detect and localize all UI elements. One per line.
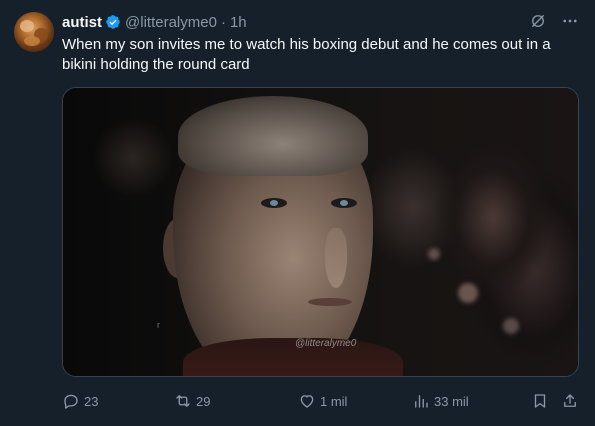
reply-button[interactable]: 23 [62, 391, 98, 411]
bokeh-light [503, 318, 519, 334]
bookmark-icon [531, 392, 549, 410]
bookmark-button[interactable] [531, 391, 549, 411]
views-button[interactable]: 33 mil [412, 391, 469, 411]
avatar-detail [24, 36, 40, 46]
heart-icon [298, 392, 316, 410]
repost-icon [174, 392, 192, 410]
action-bar: 23 29 1 mil 33 mil [62, 391, 587, 411]
media-figure [325, 228, 347, 288]
media-figure [183, 338, 403, 376]
timestamp[interactable]: 1h [230, 14, 247, 31]
repost-count: 29 [196, 393, 211, 409]
media-figure [261, 198, 287, 208]
avatar-detail [20, 20, 34, 32]
reply-icon [62, 392, 80, 410]
tweet-media[interactable]: r @litteralyme0 [62, 87, 579, 377]
like-button[interactable]: 1 mil [298, 391, 347, 411]
avatar[interactable] [14, 12, 54, 52]
tweet-text: When my son invites me to watch his boxi… [62, 36, 551, 73]
tweet[interactable]: autist @litteralyme0 · 1h When my son in… [0, 0, 595, 426]
like-count: 1 mil [320, 393, 348, 409]
grok-icon[interactable] [529, 12, 547, 30]
bokeh-light [458, 283, 478, 303]
top-actions [529, 12, 579, 30]
media-figure [308, 298, 352, 306]
share-button[interactable] [561, 391, 579, 411]
author-handle[interactable]: @litteralyme0 [125, 14, 217, 31]
more-icon[interactable] [561, 12, 579, 30]
author-name[interactable]: autist [62, 14, 102, 31]
reply-count: 23 [84, 393, 99, 409]
repost-button[interactable]: 29 [174, 391, 210, 411]
verified-badge-icon[interactable] [105, 14, 121, 30]
media-watermark-fragment: r [157, 320, 160, 330]
views-icon [412, 392, 430, 410]
bokeh-light [428, 248, 440, 260]
media-watermark: @litteralyme0 [295, 338, 357, 349]
share-icon [561, 392, 579, 410]
separator-dot: · [220, 13, 226, 31]
media-figure [178, 96, 368, 176]
views-count: 33 mil [434, 393, 469, 409]
media-figure [331, 198, 357, 208]
tweet-header: autist @litteralyme0 · 1h [62, 12, 247, 32]
